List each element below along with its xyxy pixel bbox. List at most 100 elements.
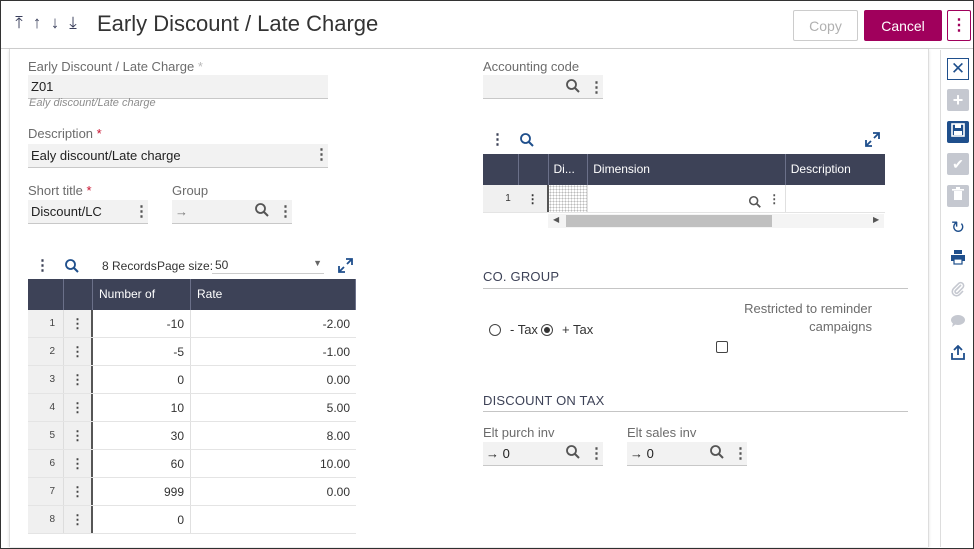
cell-number-of-days[interactable]: 0	[93, 506, 191, 533]
row-number: 5	[28, 422, 64, 449]
row-menu-icon[interactable]: ⋮	[64, 394, 93, 421]
row-menu-icon[interactable]: ⋮	[64, 450, 93, 477]
cell-rate[interactable]: -1.00	[191, 338, 356, 365]
last-record-icon[interactable]: ⤓	[67, 13, 79, 33]
table-row[interactable]: 1 ⋮ -10 -2.00	[28, 310, 356, 338]
table-row[interactable]: 8 ⋮ 0	[28, 506, 356, 534]
description-field[interactable]: Ealy discount/Late charge	[28, 144, 328, 168]
cell-number-of-days[interactable]: 30	[93, 422, 191, 449]
short-title-menu-icon[interactable]: ⋮	[134, 204, 149, 219]
row-number: 2	[28, 338, 64, 365]
refresh-icon[interactable]: ↻	[947, 217, 969, 239]
delete-icon[interactable]	[947, 185, 969, 207]
cell-number-of-days[interactable]: -10	[93, 310, 191, 337]
scroll-right-icon[interactable]: ▶	[873, 215, 879, 224]
more-actions-button[interactable]: ⋮	[947, 10, 971, 41]
cell-rate[interactable]: 8.00	[191, 422, 356, 449]
accounting-code-menu-icon[interactable]: ⋮	[589, 80, 604, 95]
cell-rate[interactable]	[191, 506, 356, 533]
cell-number-of-days[interactable]: 0	[93, 366, 191, 393]
column-number-of-days[interactable]: Number of Days	[93, 279, 191, 332]
radio-plus-tax-label: + Tax	[562, 322, 594, 337]
previous-record-icon[interactable]: ↑	[31, 13, 43, 33]
cell-rate[interactable]: 0.00	[191, 366, 356, 393]
close-icon[interactable]: ✕	[947, 58, 969, 80]
sales-inv-search-icon[interactable]	[709, 444, 725, 464]
cell-rate[interactable]: 0.00	[191, 478, 356, 505]
radio-minus-tax[interactable]	[489, 324, 501, 336]
restricted-checkbox[interactable]	[716, 341, 728, 353]
dimension-menu-icon[interactable]: ⋮	[768, 185, 780, 213]
group-menu-icon[interactable]: ⋮	[278, 204, 293, 219]
cell-dimension[interactable]: ⋮	[588, 185, 786, 213]
expand-icon[interactable]	[338, 258, 353, 276]
grid-days-search-icon[interactable]	[64, 258, 80, 278]
share-icon[interactable]	[947, 344, 969, 367]
row-menu-icon[interactable]: ⋮	[64, 310, 93, 337]
grid-dimensions-search-icon[interactable]	[519, 132, 535, 152]
check-icon[interactable]: ✔	[947, 153, 969, 175]
purch-inv-search-icon[interactable]	[565, 444, 581, 464]
grid-days-menu-icon[interactable]: ⋮	[35, 258, 50, 273]
cell-description[interactable]	[786, 185, 885, 212]
purch-inv-field[interactable]: → 0	[483, 442, 603, 466]
table-row[interactable]: 7 ⋮ 999 0.00	[28, 478, 356, 506]
sales-inv-field[interactable]: → 0	[627, 442, 747, 466]
accounting-code-field[interactable]	[483, 75, 603, 99]
save-icon[interactable]	[947, 121, 969, 143]
table-row[interactable]: 3 ⋮ 0 0.00	[28, 366, 356, 394]
cell-rate[interactable]: -2.00	[191, 310, 356, 337]
scrollbar-thumb[interactable]	[566, 215, 772, 227]
table-row[interactable]: 4 ⋮ 10 5.00	[28, 394, 356, 422]
row-number: 4	[28, 394, 64, 421]
comment-icon[interactable]	[947, 313, 969, 335]
cell-number-of-days[interactable]: -5	[93, 338, 191, 365]
description-menu-icon[interactable]: ⋮	[314, 147, 329, 162]
group-field[interactable]: →	[172, 200, 292, 224]
row-menu-icon[interactable]: ⋮	[518, 185, 549, 212]
row-menu-icon[interactable]: ⋮	[64, 422, 93, 449]
accounting-code-label: Accounting code	[483, 59, 580, 74]
page-size-label: Page size:	[157, 259, 214, 273]
cell-number-of-days[interactable]: 10	[93, 394, 191, 421]
column-di[interactable]: Di...	[549, 154, 589, 185]
divider	[483, 411, 908, 412]
group-search-icon[interactable]	[254, 202, 270, 222]
row-menu-icon[interactable]: ⋮	[64, 506, 93, 533]
scroll-left-icon[interactable]: ◀	[553, 215, 559, 224]
row-menu-icon[interactable]: ⋮	[64, 478, 93, 505]
copy-button[interactable]: Copy	[793, 10, 858, 41]
purch-inv-menu-icon[interactable]: ⋮	[589, 446, 604, 461]
days-rate-grid: Number of Days Rate 1 ⋮ -10 -2.00 2 ⋮ -5 -1.00 3…	[28, 279, 356, 534]
cancel-button[interactable]: Cancel	[864, 10, 942, 41]
cell-number-of-days[interactable]: 60	[93, 450, 191, 477]
attachment-icon[interactable]	[947, 281, 969, 303]
table-row[interactable]: 5 ⋮ 30 8.00	[28, 422, 356, 450]
grid-dimensions-expand-icon[interactable]	[865, 132, 880, 150]
grid-dimensions-menu-icon[interactable]: ⋮	[490, 132, 505, 147]
code-field[interactable]: Z01	[28, 75, 328, 99]
row-menu-icon[interactable]: ⋮	[64, 366, 93, 393]
dimensions-grid-header: Di... Dimension Description	[483, 154, 885, 185]
column-rate[interactable]: Rate	[191, 279, 356, 310]
column-dimension[interactable]: Dimension	[588, 154, 786, 185]
row-menu-icon[interactable]: ⋮	[64, 338, 93, 365]
table-row[interactable]: 2 ⋮ -5 -1.00	[28, 338, 356, 366]
page-size-select[interactable]: 50 ▼	[212, 258, 324, 274]
add-icon[interactable]: +	[947, 89, 969, 111]
column-description[interactable]: Description	[786, 154, 885, 185]
next-record-icon[interactable]: ↓	[49, 13, 61, 33]
cell-di[interactable]	[548, 185, 589, 212]
accounting-code-search-icon[interactable]	[565, 78, 581, 98]
table-row[interactable]: 6 ⋮ 60 10.00	[28, 450, 356, 478]
cell-rate[interactable]: 5.00	[191, 394, 356, 421]
cell-number-of-days[interactable]: 999	[93, 478, 191, 505]
sales-inv-menu-icon[interactable]: ⋮	[733, 446, 748, 461]
table-row[interactable]: 1 ⋮ ⋮	[483, 185, 885, 213]
print-icon[interactable]	[947, 249, 969, 271]
cell-rate[interactable]: 10.00	[191, 450, 356, 477]
chevron-down-icon: ▼	[313, 258, 322, 268]
first-record-icon[interactable]: ⤒	[13, 13, 25, 33]
short-title-field[interactable]: Discount/LC	[28, 200, 148, 224]
radio-plus-tax[interactable]	[541, 324, 553, 336]
